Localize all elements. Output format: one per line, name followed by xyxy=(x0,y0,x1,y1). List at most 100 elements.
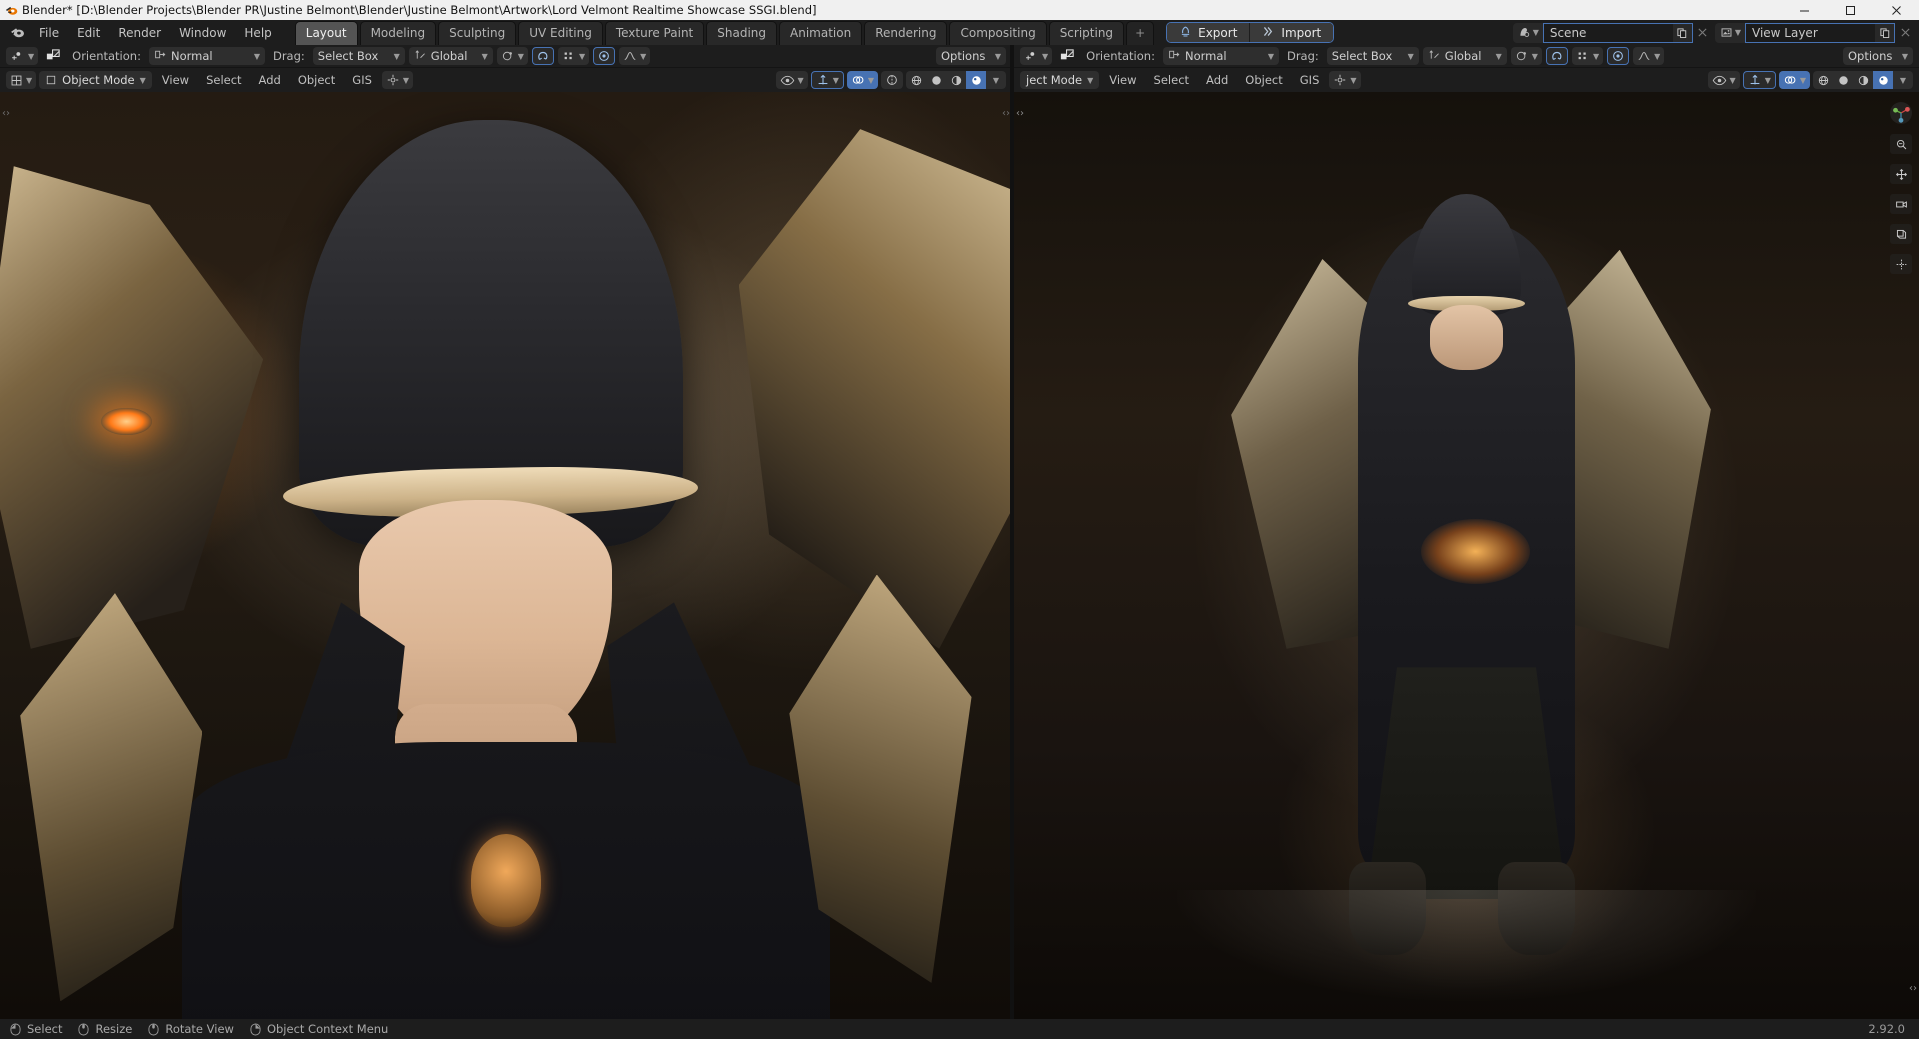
chevron-down-icon: ▼ xyxy=(1900,76,1906,85)
viewport-menu-object[interactable]: Object xyxy=(1238,71,1289,89)
viewport-menu-add[interactable]: Add xyxy=(252,71,288,89)
viewport-menu-add[interactable]: Add xyxy=(1199,71,1235,89)
minimize-icon[interactable] xyxy=(1781,0,1827,20)
snap-space-dropdown[interactable]: Global ▼ xyxy=(1423,47,1507,65)
drag-dropdown[interactable]: Select Box ▼ xyxy=(1327,47,1419,65)
proportional-toggle-icon[interactable] xyxy=(593,47,615,65)
active-tool-icon[interactable]: ▼ xyxy=(1020,47,1052,65)
region-toggle-left-icon[interactable]: ‹› xyxy=(1016,108,1024,119)
gizmo-icon[interactable]: ▼ xyxy=(811,71,844,89)
viewport-menu-gis[interactable]: GIS xyxy=(345,71,379,89)
blender-logo-icon[interactable] xyxy=(4,20,30,45)
overlays-icon[interactable]: ▼ xyxy=(1779,71,1810,89)
visibility-dropdown[interactable]: ▼ xyxy=(1708,71,1740,89)
shading-rendered-button[interactable] xyxy=(966,71,986,89)
transform-gizmo-icon[interactable] xyxy=(1056,47,1078,65)
character-right-shoulder-armor xyxy=(739,129,1012,649)
gizmo-icon[interactable]: ▼ xyxy=(1743,71,1776,89)
region-toggle-right-icon[interactable]: ‹› xyxy=(1002,108,1010,119)
shading-solid-button[interactable] xyxy=(1833,71,1853,89)
shading-solid-button[interactable] xyxy=(926,71,946,89)
options-dropdown[interactable]: Options ▼ xyxy=(1843,47,1913,65)
shading-material-button[interactable] xyxy=(1853,71,1873,89)
scene-new-button[interactable] xyxy=(1673,23,1693,43)
drag-dropdown[interactable]: Select Box ▼ xyxy=(313,47,405,65)
overlays-icon[interactable]: ▼ xyxy=(847,71,878,89)
visibility-dropdown[interactable]: ▼ xyxy=(776,71,808,89)
snap-axis-icon xyxy=(1428,48,1441,64)
close-icon[interactable] xyxy=(1873,0,1919,20)
menu-file[interactable]: File xyxy=(30,23,68,43)
export-button[interactable]: Export xyxy=(1167,22,1249,43)
tab-texture-paint[interactable]: Texture Paint xyxy=(605,21,704,45)
tab-animation[interactable]: Animation xyxy=(779,21,862,45)
active-tool-icon[interactable]: ▼ xyxy=(6,47,38,65)
view-layer-name-field[interactable]: View Layer xyxy=(1745,23,1875,43)
viewport-menu-gis[interactable]: GIS xyxy=(1293,71,1327,89)
import-button[interactable]: Import xyxy=(1249,22,1333,43)
orientation-dropdown[interactable]: Normal ▼ xyxy=(1163,47,1279,65)
falloff-curve-icon[interactable]: ▼ xyxy=(1633,47,1664,65)
toggle-xray-icon[interactable] xyxy=(1890,254,1912,274)
pivot-icon[interactable]: ▼ xyxy=(1329,71,1360,89)
menu-window[interactable]: Window xyxy=(170,23,235,43)
snap-target-dropdown[interactable]: ▼ xyxy=(1572,47,1603,65)
ortho-persp-icon[interactable] xyxy=(1890,224,1912,244)
shading-wireframe-button[interactable] xyxy=(1813,71,1833,89)
viewport-header-left: ▼ Object Mode ▼ View Select Add Object G… xyxy=(0,68,1012,92)
view-layer-new-button[interactable] xyxy=(1875,23,1895,43)
viewport-menu-select[interactable]: Select xyxy=(199,71,248,89)
menu-help[interactable]: Help xyxy=(235,23,280,43)
viewport-menu-view[interactable]: View xyxy=(1102,71,1143,89)
view-layer-remove-button[interactable] xyxy=(1895,23,1915,43)
tab-scripting[interactable]: Scripting xyxy=(1049,21,1124,45)
scene-icon[interactable]: ▼ xyxy=(1513,23,1543,43)
tab-sculpting[interactable]: Sculpting xyxy=(438,21,516,45)
tab-modeling[interactable]: Modeling xyxy=(360,21,437,45)
shading-options-chevron[interactable]: ▼ xyxy=(986,71,1006,89)
snap-target-dropdown[interactable]: ▼ xyxy=(558,47,589,65)
zoom-icon[interactable] xyxy=(1890,134,1912,154)
orientation-dropdown[interactable]: Normal ▼ xyxy=(149,47,265,65)
tab-rendering[interactable]: Rendering xyxy=(864,21,947,45)
shading-wireframe-button[interactable] xyxy=(906,71,926,89)
menu-render[interactable]: Render xyxy=(109,23,170,43)
snap-space-dropdown[interactable]: Global ▼ xyxy=(409,47,493,65)
options-dropdown[interactable]: Options ▼ xyxy=(936,47,1006,65)
scene-unlink-button[interactable] xyxy=(1693,23,1713,43)
viewport-canvas-left[interactable]: ‹› ‹› xyxy=(0,92,1012,1020)
proportional-edit-icon[interactable]: ▼ xyxy=(497,47,528,65)
move-view-icon[interactable] xyxy=(1890,164,1912,184)
xray-icon[interactable] xyxy=(881,71,903,89)
shading-rendered-button[interactable] xyxy=(1873,71,1893,89)
viewport-menu-view[interactable]: View xyxy=(155,71,196,89)
interaction-mode-dropdown[interactable]: ject Mode ▼ xyxy=(1020,71,1099,89)
shading-options-chevron[interactable]: ▼ xyxy=(1893,71,1913,89)
camera-view-icon[interactable] xyxy=(1890,194,1912,214)
falloff-curve-icon[interactable]: ▼ xyxy=(619,47,650,65)
navigation-axis-gizmo[interactable] xyxy=(1890,102,1912,124)
view-layer-icon[interactable]: ▼ xyxy=(1715,23,1745,43)
shading-material-button[interactable] xyxy=(946,71,966,89)
proportional-edit-icon[interactable]: ▼ xyxy=(1511,47,1542,65)
transform-gizmo-icon[interactable] xyxy=(42,47,64,65)
maximize-icon[interactable] xyxy=(1827,0,1873,20)
viewport-menu-select[interactable]: Select xyxy=(1147,71,1196,89)
scene-name-field[interactable]: Scene xyxy=(1543,23,1673,43)
magnet-icon[interactable] xyxy=(1546,47,1568,65)
region-toggle-bottom-icon[interactable]: ‹› xyxy=(1909,983,1917,994)
tab-compositing[interactable]: Compositing xyxy=(949,21,1046,45)
pivot-icon[interactable]: ▼ xyxy=(382,71,413,89)
interaction-mode-dropdown[interactable]: Object Mode ▼ xyxy=(39,71,152,89)
magnet-icon[interactable] xyxy=(532,47,554,65)
tab-layout[interactable]: Layout xyxy=(295,21,358,45)
region-toggle-left-icon[interactable]: ‹› xyxy=(2,108,10,119)
viewport-canvas-right[interactable]: ‹› xyxy=(1014,92,1919,1020)
tab-shading[interactable]: Shading xyxy=(706,21,777,45)
add-workspace-button[interactable]: + xyxy=(1126,21,1154,45)
editor-type-3dview-icon[interactable]: ▼ xyxy=(6,71,36,89)
tab-uv-editing[interactable]: UV Editing xyxy=(518,21,603,45)
menu-edit[interactable]: Edit xyxy=(68,23,109,43)
viewport-menu-object[interactable]: Object xyxy=(291,71,342,89)
proportional-toggle-icon[interactable] xyxy=(1607,47,1629,65)
